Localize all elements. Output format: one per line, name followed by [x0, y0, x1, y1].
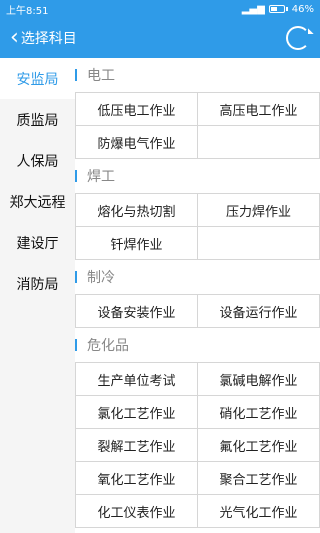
- subject-label: 生产单位考试: [97, 373, 176, 389]
- subject-cell[interactable]: 防爆电气作业: [76, 126, 198, 159]
- battery-icon: [268, 5, 285, 13]
- section-title-han-gong: 焊工: [75, 159, 320, 193]
- subject-label: 压力焊作业: [225, 204, 291, 220]
- section-accent-bar: [75, 339, 77, 351]
- section-title-text: 焊工: [87, 169, 115, 185]
- sidebar: 安监局 质监局 人保局 郑大远程 建设厅 消防局: [0, 58, 75, 533]
- subject-label: 设备安装作业: [97, 305, 176, 321]
- subject-label: 化工仪表作业: [97, 505, 176, 521]
- app-bar: ‹ 选择科目: [0, 18, 320, 58]
- subject-cell[interactable]: 压力焊作业: [198, 194, 320, 227]
- sidebar-item-label: 人保局: [16, 153, 59, 170]
- sidebar-item-jiansheting[interactable]: 建设厅: [0, 222, 75, 263]
- subject-label: 钎焊作业: [110, 237, 163, 253]
- sidebar-item-zhengdayuancheng[interactable]: 郑大远程: [0, 181, 75, 222]
- subject-cell[interactable]: 光气化工作业: [198, 495, 320, 528]
- subject-grid: 设备安装作业 设备运行作业: [75, 294, 320, 328]
- section-title-text: 危化品: [87, 338, 129, 354]
- subject-label: 硝化工艺作业: [219, 406, 298, 422]
- subject-cell[interactable]: 设备运行作业: [198, 295, 320, 328]
- subject-cell[interactable]: 化工仪表作业: [76, 495, 198, 528]
- battery-percent: 46%: [291, 3, 314, 15]
- sidebar-item-label: 建设厅: [16, 235, 59, 252]
- section-title-text: 制冷: [87, 270, 115, 286]
- subject-cell[interactable]: 设备安装作业: [76, 295, 198, 328]
- status-time: 上午8:51: [6, 5, 49, 17]
- subject-label: 熔化与热切割: [97, 204, 176, 220]
- subject-cell[interactable]: 硝化工艺作业: [198, 396, 320, 429]
- subject-label: 高压电工作业: [219, 103, 298, 119]
- page-title: 选择科目: [20, 31, 77, 47]
- chevron-left-icon[interactable]: ‹: [10, 27, 19, 49]
- subject-cell[interactable]: 氯碱电解作业: [198, 363, 320, 396]
- section-title-text: 电工: [87, 68, 115, 84]
- status-bar: 上午8:51 ▂▄▆ 46%: [0, 0, 320, 18]
- subject-cell-empty: [198, 227, 320, 260]
- subject-label: 氯碱电解作业: [219, 373, 298, 389]
- sidebar-item-anjianju[interactable]: 安监局: [0, 58, 75, 99]
- subject-label: 氯化工艺作业: [97, 406, 176, 422]
- battery-cap: [285, 7, 288, 11]
- subject-list: 电工 低压电工作业 高压电工作业 防爆电气作业 焊工 熔化与热切割 压力焊作业 …: [75, 58, 320, 533]
- subject-label: 低压电工作业: [97, 103, 176, 119]
- subject-grid: 低压电工作业 高压电工作业 防爆电气作业: [75, 92, 320, 159]
- subject-cell[interactable]: 生产单位考试: [76, 363, 198, 396]
- sidebar-item-xiaofangju[interactable]: 消防局: [0, 263, 75, 304]
- subject-cell[interactable]: 聚合工艺作业: [198, 462, 320, 495]
- section-title-wei-hua-pin: 危化品: [75, 328, 320, 362]
- subject-cell[interactable]: 高压电工作业: [198, 93, 320, 126]
- subject-cell[interactable]: 熔化与热切割: [76, 194, 198, 227]
- subject-label: 裂解工艺作业: [97, 439, 176, 455]
- subject-grid: 生产单位考试 氯碱电解作业 氯化工艺作业 硝化工艺作业 裂解工艺作业 氟化工艺作…: [75, 362, 320, 528]
- subject-label: 聚合工艺作业: [219, 472, 298, 488]
- subject-cell[interactable]: 低压电工作业: [76, 93, 198, 126]
- section-title-dian-gong: 电工: [75, 58, 320, 92]
- subject-label: 氟化工艺作业: [219, 439, 298, 455]
- sidebar-item-label: 消防局: [16, 276, 59, 293]
- sidebar-item-label: 郑大远程: [9, 194, 66, 211]
- section-title-zhi-leng: 制冷: [75, 260, 320, 294]
- subject-label: 光气化工作业: [219, 505, 298, 521]
- subject-label: 设备运行作业: [219, 305, 298, 321]
- subject-grid: 熔化与热切割 压力焊作业 钎焊作业: [75, 193, 320, 260]
- subject-cell[interactable]: 氟化工艺作业: [198, 429, 320, 462]
- sidebar-item-label: 安监局: [16, 71, 59, 88]
- signal-icon: ▂▄▆: [241, 3, 265, 15]
- subject-cell-empty: [198, 126, 320, 159]
- subject-label: 防爆电气作业: [97, 136, 176, 152]
- subject-cell[interactable]: 裂解工艺作业: [76, 429, 198, 462]
- section-accent-bar: [75, 271, 77, 283]
- sidebar-item-renbaoju[interactable]: 人保局: [0, 140, 75, 181]
- subject-cell[interactable]: 钎焊作业: [76, 227, 198, 260]
- section-accent-bar: [75, 170, 77, 182]
- status-icons: ▂▄▆ 46%: [242, 4, 314, 15]
- subject-label: 氧化工艺作业: [97, 472, 176, 488]
- subject-cell[interactable]: 氯化工艺作业: [76, 396, 198, 429]
- refresh-icon[interactable]: [286, 26, 310, 50]
- sidebar-item-zhijianju[interactable]: 质监局: [0, 99, 75, 140]
- section-accent-bar: [75, 69, 77, 81]
- subject-cell[interactable]: 氧化工艺作业: [76, 462, 198, 495]
- sidebar-item-label: 质监局: [16, 112, 59, 129]
